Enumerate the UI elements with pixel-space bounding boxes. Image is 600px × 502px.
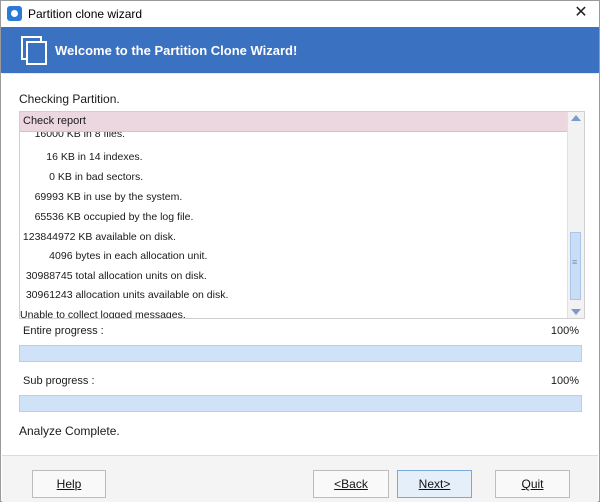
sub-progress-percent: 100%	[550, 375, 579, 387]
scroll-thumb[interactable]	[570, 232, 581, 300]
scroll-up-icon[interactable]	[571, 115, 581, 121]
report-line: 0 KB in bad sectors.	[20, 171, 144, 183]
app-icon	[7, 6, 22, 21]
report-scrollbar[interactable]	[567, 112, 584, 318]
wizard-banner: Welcome to the Partition Clone Wizard!	[1, 27, 599, 73]
report-header-label: Check report	[23, 115, 86, 127]
title-bar: Partition clone wizard ✕	[1, 1, 599, 27]
status-text: Analyze Complete.	[19, 424, 120, 438]
entire-progress-fill	[20, 346, 581, 361]
help-button[interactable]: Help	[32, 470, 106, 498]
clone-icon	[21, 36, 47, 65]
wizard-content: Checking Partition. 16000 KB in 8 files.…	[2, 73, 598, 456]
back-button[interactable]: <Back	[313, 470, 389, 498]
button-bar: Help <Back Next> Quit	[2, 455, 598, 502]
quit-button[interactable]: Quit	[495, 470, 570, 498]
report-line: 65536 KB occupied by the log file.	[20, 211, 194, 223]
next-button[interactable]: Next>	[397, 470, 472, 498]
banner-title: Welcome to the Partition Clone Wizard!	[55, 43, 298, 58]
report-line: 16 KB in 14 indexes.	[20, 151, 143, 163]
report-line: 4096 bytes in each allocation unit.	[20, 250, 208, 262]
wizard-window: Partition clone wizard ✕ Welcome to the …	[0, 0, 600, 502]
close-icon[interactable]: ✕	[571, 3, 591, 23]
section-title: Checking Partition.	[19, 92, 120, 106]
check-report-list[interactable]: 16000 KB in 8 files. 16 KB in 14 indexes…	[19, 111, 585, 319]
sub-progress-label: Sub progress :	[23, 375, 95, 387]
entire-progress-label: Entire progress :	[23, 325, 104, 337]
report-line: 30961243 allocation units available on d…	[20, 289, 229, 301]
entire-progress-percent: 100%	[550, 325, 579, 337]
window-title: Partition clone wizard	[28, 7, 143, 21]
scroll-down-icon[interactable]	[571, 309, 581, 315]
report-line: 30988745 total allocation units on disk.	[20, 270, 207, 282]
report-line: 69993 KB in use by the system.	[20, 191, 183, 203]
sub-progress-fill	[20, 396, 581, 411]
sub-progress-bar	[19, 395, 582, 412]
report-header: Check report	[20, 112, 568, 132]
report-line: Unable to collect logged messages.	[20, 309, 186, 319]
report-line: 123844972 KB available on disk.	[20, 231, 176, 243]
entire-progress-bar	[19, 345, 582, 362]
